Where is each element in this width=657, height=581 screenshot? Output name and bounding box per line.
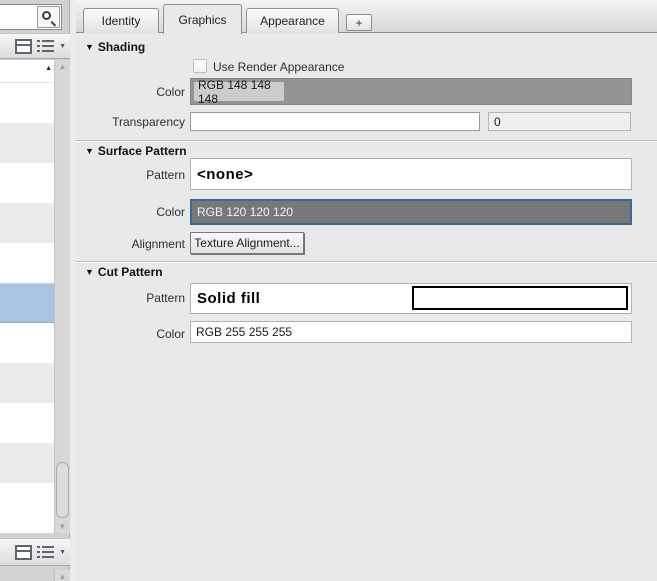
list-sort-header[interactable]: ▲ (0, 60, 54, 83)
collapse-icon: ▼ (85, 146, 94, 156)
transparency-value-input[interactable]: 0 (488, 112, 631, 131)
list-item[interactable] (0, 283, 54, 323)
search-input[interactable] (0, 4, 62, 30)
tab-appearance[interactable]: Appearance (246, 8, 339, 33)
section-header-shading[interactable]: ▼ Shading (85, 40, 145, 54)
surface-pattern-value: <none> (197, 165, 254, 183)
scrollbar-thumb[interactable] (56, 462, 69, 518)
shading-color-value[interactable]: RGB 148 148 148 (193, 78, 285, 106)
scroll-down-icon[interactable]: ▼ (55, 520, 70, 533)
list-item[interactable] (0, 443, 54, 483)
shading-color-label: Color (156, 85, 185, 99)
surface-pattern-field[interactable]: <none> (190, 158, 632, 190)
list-item[interactable] (0, 163, 54, 203)
shading-color-swatch[interactable]: RGB 148 148 148 (190, 78, 632, 106)
library-scrollbar[interactable]: ▲ (54, 570, 70, 581)
cut-pattern-label: Pattern (146, 291, 185, 305)
surface-color-value: RGB 120 120 120 (197, 205, 294, 219)
panel-view-icon[interactable] (15, 38, 33, 54)
search-icon (42, 11, 51, 20)
list-item[interactable] (0, 123, 54, 163)
material-editor-window: { "glyphs": { "collapse": "▼", "sort_asc… (0, 0, 657, 581)
list-scrollbar[interactable]: ▲ ▼ (54, 60, 70, 533)
cut-color-label: Color (156, 327, 185, 341)
list-view-toolbar-top: ▼ (0, 33, 70, 59)
use-render-appearance-label: Use Render Appearance (213, 60, 345, 74)
list-rows (0, 83, 54, 523)
list-item[interactable] (0, 243, 54, 283)
texture-alignment-button[interactable]: Texture Alignment... (190, 232, 304, 254)
cut-color-field[interactable]: RGB 255 255 255 (190, 321, 632, 343)
panel-view-icon[interactable] (15, 544, 33, 560)
cut-pattern-preview (412, 286, 628, 310)
search-button[interactable] (37, 6, 60, 28)
collapse-icon: ▼ (85, 42, 94, 52)
list-item[interactable] (0, 83, 54, 123)
list-view-icon[interactable] (37, 545, 55, 560)
list-item[interactable] (0, 323, 54, 363)
surface-pattern-label: Pattern (146, 168, 185, 182)
list-view-toolbar-bottom: ▼ (0, 538, 70, 566)
tab-bar: Identity Graphics Appearance + (76, 0, 657, 34)
add-tab-button[interactable]: + (346, 14, 372, 31)
section-divider (76, 261, 657, 263)
list-item[interactable] (0, 403, 54, 443)
list-item[interactable] (0, 363, 54, 403)
section-divider (76, 140, 657, 142)
list-item[interactable] (0, 483, 54, 523)
scroll-up-icon[interactable]: ▲ (59, 572, 67, 581)
section-header-cut-pattern[interactable]: ▼ Cut Pattern (85, 265, 163, 279)
transparency-label: Transparency (112, 115, 185, 129)
tab-identity[interactable]: Identity (83, 8, 159, 33)
sort-ascending-icon: ▲ (45, 65, 52, 72)
list-view-icon[interactable] (37, 39, 55, 54)
surface-color-label: Color (156, 205, 185, 219)
transparency-slider[interactable] (190, 112, 480, 131)
scroll-up-icon[interactable]: ▲ (55, 60, 70, 73)
chevron-down-icon[interactable]: ▼ (59, 43, 66, 50)
use-render-appearance-checkbox[interactable] (193, 59, 207, 73)
material-properties-panel: Identity Graphics Appearance + ▼ Shading … (76, 0, 657, 581)
section-header-surface-pattern[interactable]: ▼ Surface Pattern (85, 144, 187, 158)
chevron-down-icon[interactable]: ▼ (59, 549, 66, 556)
surface-color-swatch[interactable]: RGB 120 120 120 (190, 199, 632, 225)
cut-pattern-value: Solid fill (197, 290, 261, 307)
collapse-icon: ▼ (85, 267, 94, 277)
alignment-label: Alignment (131, 237, 185, 251)
tab-graphics[interactable]: Graphics (163, 4, 242, 34)
material-list[interactable]: ▲ (0, 60, 54, 533)
material-browser-sidebar: ▼ ▲ ▲ ▼ ▼ ▲ (0, 0, 70, 581)
list-item[interactable] (0, 203, 54, 243)
